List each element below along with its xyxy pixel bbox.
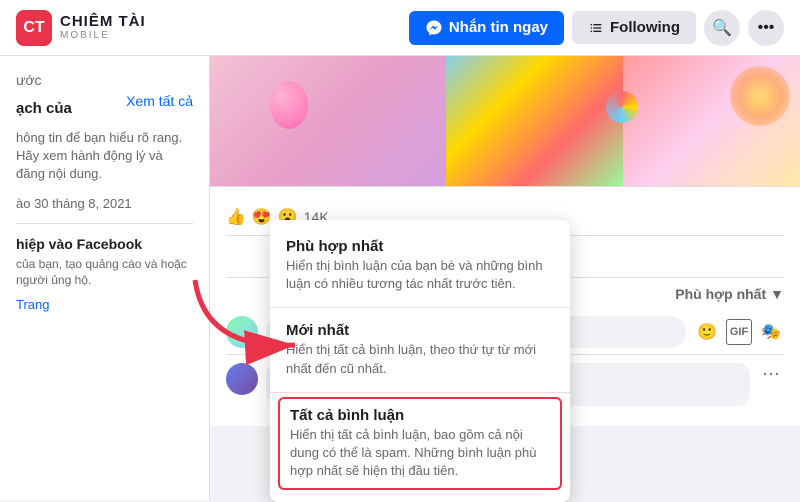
sidebar-promo-desc: của bạn, tạo quảng cáo và hoặc người ủng… [16, 256, 193, 290]
cover-area [210, 56, 800, 186]
logo-icon: CT [16, 10, 52, 46]
message-button[interactable]: Nhắn tin ngay [409, 11, 564, 45]
cover-image-1 [210, 56, 446, 186]
dropdown-item-best-desc: Hiển thị bình luận của bạn bè và những b… [286, 257, 554, 293]
sidebar-section-title: ạch của [16, 100, 72, 117]
sidebar-divider [16, 223, 193, 224]
dropdown-item-newest[interactable]: Mới nhất Hiển thị tất cả bình luận, theo… [270, 312, 570, 387]
comment-filter-button[interactable]: Phù hợp nhất ▼ [675, 286, 784, 302]
sidebar-view-all[interactable]: Xem tất cả [126, 93, 193, 109]
sticker-icon[interactable]: 🎭 [758, 319, 784, 345]
comment-sort-dropdown: Phù hợp nhất Hiển thị bình luận của bạn … [270, 220, 570, 502]
following-button[interactable]: Following [572, 11, 696, 44]
chevron-down-icon: ▼ [770, 286, 784, 302]
sidebar-description: hông tin để bạn hiểu rõ rang. Hãy xem hà… [16, 129, 193, 184]
cover-image-3 [623, 56, 800, 186]
sidebar-date: ào 30 tháng 8, 2021 [16, 196, 193, 211]
header-actions: Nhắn tin ngay Following 🔍 ••• [409, 10, 784, 46]
dropdown-item-newest-title: Mới nhất [286, 322, 554, 339]
current-user-avatar [226, 316, 258, 348]
search-button[interactable]: 🔍 [704, 10, 740, 46]
lollipop-decoration [606, 91, 638, 123]
search-icon: 🔍 [712, 18, 732, 38]
dropdown-divider-1 [270, 307, 570, 308]
comment-more-button[interactable]: ··· [758, 363, 784, 384]
comment-input-icons: 🙂 GIF 🎭 [694, 319, 784, 345]
dropdown-item-best-title: Phù hợp nhất [286, 238, 554, 255]
dropdown-divider-2 [270, 392, 570, 393]
emoji-icon[interactable]: 🙂 [694, 319, 720, 345]
dropdown-item-all-desc: Hiển thị tất cả bình luận, bao gồm cả nộ… [290, 426, 550, 481]
messenger-icon [425, 19, 443, 37]
more-icon: ••• [758, 19, 775, 37]
header: CT CHIÊM TÀI MOBILE Nhắn tin ngay Follow… [0, 0, 800, 56]
gif-icon[interactable]: GIF [726, 319, 752, 345]
like-reaction: 👍 [226, 207, 246, 227]
commenter-avatar [226, 363, 258, 395]
logo-text: CHIÊM TÀI MOBILE [60, 14, 146, 42]
cover-images [210, 56, 800, 186]
cover-image-2 [446, 56, 623, 186]
following-icon [588, 20, 604, 36]
sidebar-back: ước [16, 72, 193, 88]
dropdown-item-best[interactable]: Phù hợp nhất Hiển thị bình luận của bạn … [270, 228, 570, 303]
dropdown-item-all[interactable]: Tất cả bình luận Hiển thị tất cả bình lu… [278, 397, 562, 491]
sidebar-promo-title: hiệp vào Facebook [16, 236, 193, 252]
logo-area: CT CHIÊM TÀI MOBILE [16, 10, 196, 46]
logo-mobile: MOBILE [60, 30, 146, 41]
logo-name: CHIÊM TÀI [60, 14, 146, 31]
more-button[interactable]: ••• [748, 10, 784, 46]
sidebar: ước ạch của Xem tất cả hông tin để bạn h… [0, 56, 210, 500]
love-reaction: 😍 [252, 207, 272, 227]
dropdown-item-all-title: Tất cả bình luận [290, 407, 550, 424]
dropdown-item-newest-desc: Hiển thị tất cả bình luận, theo thứ tự t… [286, 341, 554, 377]
sidebar-page-label[interactable]: Trang [16, 297, 193, 312]
sun-effect [730, 66, 790, 126]
balloon-decoration [270, 81, 308, 129]
